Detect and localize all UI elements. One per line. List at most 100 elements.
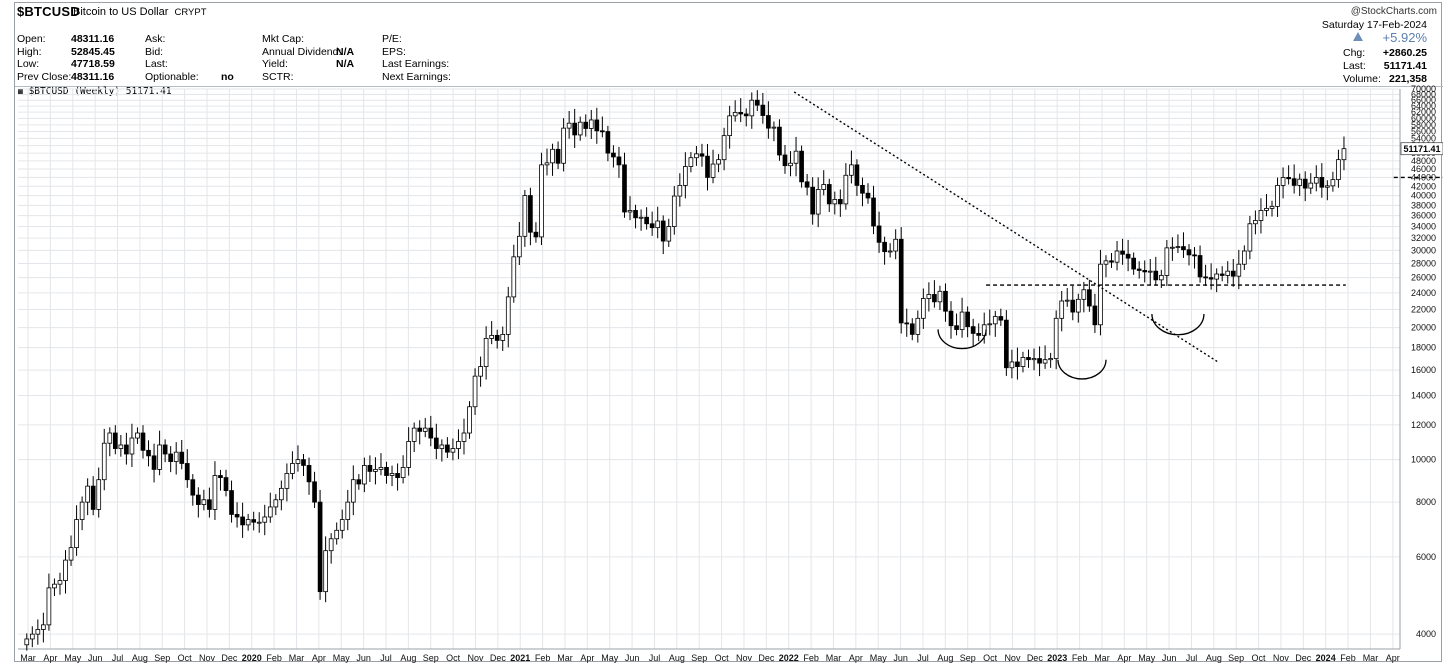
candle (57, 580, 63, 585)
candle (422, 427, 428, 432)
candle (245, 519, 251, 526)
candle (1291, 178, 1297, 186)
y-tick-label: 34000 (1411, 222, 1436, 232)
x-tick-label: May (870, 653, 888, 663)
x-tick-label: Aug (1206, 653, 1222, 663)
candle (1297, 178, 1303, 186)
y-tick-label: 32000 (1411, 233, 1436, 243)
candle (41, 624, 46, 630)
candle (605, 131, 611, 154)
candle (256, 521, 262, 524)
x-tick-label: 2024 (1316, 653, 1336, 663)
x-tick-label: Oct (1252, 653, 1267, 663)
candle (1158, 275, 1164, 281)
candle (683, 166, 688, 186)
candle (572, 122, 578, 136)
candle (948, 310, 954, 327)
y-tick-label: 38000 (1411, 200, 1436, 210)
candle (411, 427, 417, 442)
x-tick-label: Jun (356, 653, 371, 663)
candle (124, 444, 129, 455)
candle (815, 189, 821, 215)
x-tick-label: Jul (380, 653, 392, 663)
y-tick-label: 22000 (1411, 304, 1436, 314)
x-tick-label: Feb (266, 653, 282, 663)
candle (1181, 246, 1186, 251)
x-tick-label: May (333, 653, 351, 663)
candle (461, 432, 467, 442)
candle (162, 444, 168, 455)
x-tick-label: Dec (221, 653, 238, 663)
candle (450, 448, 456, 453)
candle (362, 465, 367, 485)
candle (749, 99, 755, 117)
candle (987, 323, 993, 326)
candle (666, 226, 672, 242)
candle (550, 148, 555, 164)
candle (373, 468, 378, 472)
candle (588, 119, 594, 129)
candle (489, 334, 494, 339)
candle (212, 475, 218, 510)
candle (1092, 305, 1098, 326)
candle (483, 337, 489, 367)
candle (118, 444, 124, 449)
candle (262, 516, 268, 523)
candle (627, 210, 633, 213)
candle (273, 499, 279, 508)
candle (240, 516, 245, 526)
y-tick-label: 12000 (1411, 420, 1436, 430)
candle (705, 155, 710, 178)
candle (1225, 270, 1231, 276)
x-tick-label: Jul (1186, 653, 1198, 663)
candle (24, 638, 30, 646)
candle (1302, 178, 1308, 189)
candle (90, 485, 96, 510)
candle (1269, 205, 1275, 209)
candle (1170, 246, 1175, 249)
x-tick-label: Apr (580, 653, 594, 663)
candle (1075, 298, 1081, 313)
price-chart[interactable]: 4000 6000 8000 10000 12000 14000 16000 18000 200… (15, 3, 1443, 663)
x-tick-label: Mar (826, 653, 842, 663)
candle (140, 432, 146, 451)
candle (251, 519, 257, 523)
candle (788, 162, 793, 167)
candle (400, 467, 406, 478)
candle (500, 333, 506, 341)
candle (494, 334, 500, 341)
candle (577, 121, 583, 136)
candle (1286, 177, 1291, 180)
x-tick-label: Aug (669, 653, 685, 663)
x-tick-label: Jul (917, 653, 929, 663)
candle (1015, 361, 1020, 367)
candle (909, 323, 915, 335)
candle (317, 501, 323, 593)
candle (146, 449, 151, 457)
x-tick-label: Feb (1340, 653, 1356, 663)
candle (1247, 223, 1253, 252)
candle (677, 184, 683, 197)
candle (893, 238, 899, 252)
candle (843, 174, 849, 205)
candle (1131, 257, 1136, 270)
candle (965, 311, 970, 328)
candle (328, 538, 334, 552)
candle (151, 455, 157, 470)
candle (743, 113, 749, 117)
candle (721, 135, 727, 161)
y-tick-label: 26000 (1411, 273, 1436, 283)
candle (46, 587, 52, 626)
x-tick-label: Jun (893, 653, 908, 663)
y-tick-label: 70000 (1411, 84, 1436, 94)
candle (1053, 317, 1059, 359)
candle (301, 459, 306, 466)
x-tick-label: Oct (446, 653, 461, 663)
x-tick-label: Oct (983, 653, 998, 663)
candle (334, 529, 340, 540)
candle (926, 294, 932, 299)
candle (932, 294, 937, 303)
candle (406, 441, 411, 468)
x-tick-label: Sep (1228, 653, 1244, 663)
candle (959, 311, 965, 330)
